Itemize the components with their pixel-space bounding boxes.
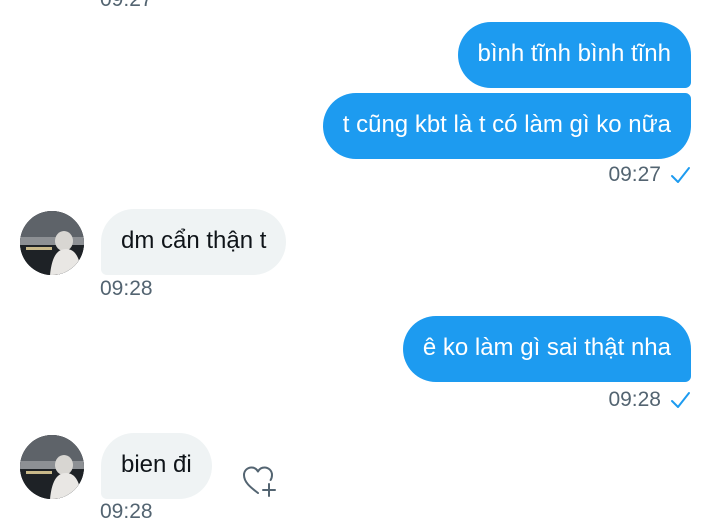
seen-check-icon — [671, 392, 690, 408]
avatar[interactable] — [20, 435, 84, 499]
incoming-message-bubble[interactable]: dm cẩn thận t — [101, 209, 287, 275]
outgoing-message-bubble[interactable]: ê ko làm gì sai thật nha — [402, 316, 691, 382]
message-timestamp: 09:27 — [100, 0, 153, 12]
heart-plus-icon[interactable] — [241, 464, 277, 498]
message-timestamp: 09:28 — [100, 277, 153, 300]
message-timestamp: 09:28 — [100, 500, 153, 523]
message-text: t cũng kbt là t có làm gì ko nữa — [342, 111, 671, 138]
seen-check-icon — [671, 167, 690, 183]
message-text: bien đi — [121, 451, 192, 478]
message-timestamp: 09:28 — [608, 388, 661, 411]
incoming-message-bubble[interactable]: bien đi — [101, 433, 212, 499]
avatar-image — [20, 435, 84, 499]
message-meta: 09:28 — [100, 277, 153, 301]
message-meta: 09:28 — [608, 388, 691, 412]
message-timestamp: 09:27 — [608, 163, 661, 186]
avatar-image — [20, 211, 84, 275]
message-meta: 09:27 — [608, 163, 691, 187]
outgoing-message-bubble[interactable]: t cũng kbt là t có làm gì ko nữa — [322, 93, 691, 159]
message-text: bình tĩnh bình tĩnh — [477, 40, 672, 67]
message-meta: 09:28 — [100, 500, 153, 524]
outgoing-message-bubble[interactable]: bình tĩnh bình tĩnh — [457, 22, 691, 88]
avatar[interactable] — [20, 211, 84, 275]
message-text: dm cẩn thận t — [121, 227, 267, 254]
message-text: ê ko làm gì sai thật nha — [422, 334, 671, 361]
